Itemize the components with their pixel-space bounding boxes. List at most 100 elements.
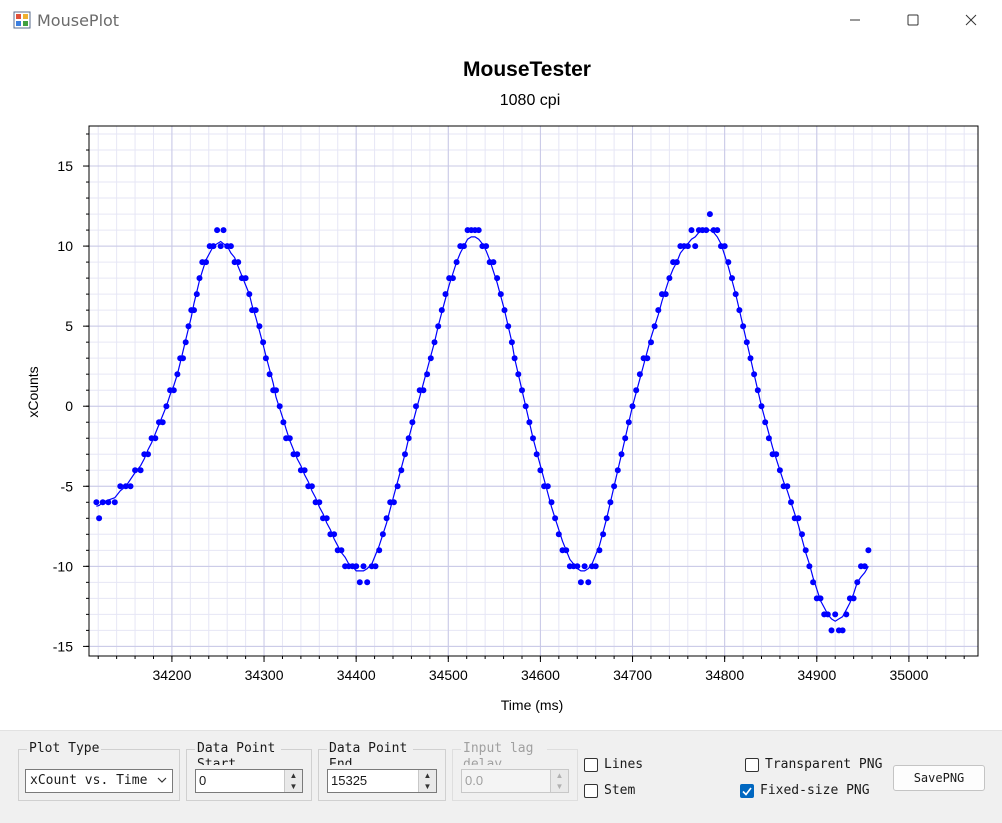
data-point (111, 499, 118, 506)
data-point (360, 563, 367, 570)
data-point (581, 563, 588, 570)
end-stepper[interactable]: 15325 ▲ ▼ (327, 769, 437, 793)
data-point (460, 243, 467, 250)
data-point (832, 611, 839, 618)
data-point (490, 259, 497, 266)
data-point (530, 435, 536, 442)
data-point (174, 371, 181, 378)
data-point (736, 307, 743, 314)
data-point (515, 371, 522, 378)
end-value: 15325 (331, 773, 368, 788)
lines-checkbox[interactable]: Lines (584, 757, 643, 772)
chart-subtitle: 1080 cpi (500, 92, 561, 109)
data-point (127, 483, 134, 490)
data-point (552, 515, 559, 522)
data-point (394, 483, 401, 490)
data-point (262, 355, 269, 362)
y-axis-label: xCounts (25, 366, 41, 417)
data-point (644, 355, 651, 362)
data-point (810, 579, 817, 586)
data-point (409, 419, 416, 426)
lag-value: 0.0 (465, 773, 484, 788)
data-point (93, 499, 100, 506)
axis-ticks: 34200 34300 34400 34500 34600 34700 34800 34900… (53, 133, 965, 683)
fixed-size-png-checkbox[interactable]: Fixed-size PNG (740, 783, 870, 798)
end-spin-buttons: ▲ ▼ (418, 770, 436, 792)
data-point (611, 483, 618, 490)
transparent-png-checkbox-box[interactable] (745, 757, 759, 772)
plot-frame (88, 125, 979, 657)
data-point (806, 563, 813, 570)
stem-checkbox-box[interactable] (584, 783, 598, 798)
chart: MouseTester 1080 cpi 34200 34300 34400 3450… (25, 58, 979, 713)
y-tick-label: 10 (57, 238, 73, 254)
lines-checkbox-box[interactable] (584, 757, 598, 772)
x-tick-label: 34400 (337, 667, 376, 683)
grid (89, 126, 978, 656)
data-point (170, 387, 177, 394)
data-point (438, 307, 445, 314)
data-point (614, 467, 621, 474)
data-point (242, 275, 249, 282)
end-label: Data Point End (327, 741, 413, 765)
data-point (574, 563, 581, 570)
start-group: Data Point Start 0 ▲ ▼ (186, 741, 312, 801)
data-point (799, 531, 805, 538)
transparent-png-checkbox[interactable]: Transparent PNG (745, 757, 882, 772)
start-spin-buttons: ▲ ▼ (284, 770, 302, 792)
minimize-button[interactable] (826, 0, 884, 40)
window-title: MousePlot (37, 11, 120, 30)
spin-up-icon: ▲ (555, 771, 564, 780)
x-tick-label: 34600 (521, 667, 560, 683)
data-point (596, 547, 603, 554)
stem-checkbox[interactable]: Stem (584, 783, 635, 798)
data-point (294, 451, 301, 458)
data-point (398, 467, 405, 474)
lines-label: Lines (604, 757, 644, 772)
data-point (655, 307, 662, 314)
data-point (117, 483, 124, 490)
data-point (280, 419, 287, 426)
data-point (732, 291, 739, 298)
x-tick-label: 34700 (613, 667, 652, 683)
spin-up-icon[interactable]: ▲ (419, 770, 436, 781)
start-stepper[interactable]: 0 ▲ ▼ (195, 769, 303, 793)
data-point (544, 483, 551, 490)
data-point (592, 563, 599, 570)
data-point (301, 467, 308, 474)
data-point (246, 291, 253, 298)
minimize-icon (850, 19, 860, 21)
data-point (673, 259, 680, 266)
data-point (96, 515, 103, 522)
spin-up-icon[interactable]: ▲ (285, 770, 302, 781)
data-point (152, 435, 159, 442)
data-point (533, 451, 540, 458)
spin-down-icon[interactable]: ▼ (419, 781, 436, 792)
spin-down-icon[interactable]: ▼ (285, 781, 302, 792)
x-axis-label: Time (ms) (501, 697, 563, 713)
data-point (636, 371, 643, 378)
transparent-png-label: Transparent PNG (765, 757, 883, 772)
data-point (105, 499, 112, 506)
data-point (758, 403, 765, 410)
data-point (217, 243, 224, 250)
data-point (729, 275, 735, 282)
stem-label: Stem (604, 783, 636, 798)
data-point (508, 339, 515, 346)
data-point (483, 243, 490, 250)
data-point (725, 259, 732, 266)
close-button[interactable] (942, 0, 1000, 40)
maximize-button[interactable] (884, 0, 942, 40)
fixed-size-png-checkbox-box[interactable] (740, 783, 754, 798)
data-point (276, 403, 283, 410)
data-point (607, 499, 614, 506)
data-point (784, 483, 791, 490)
data-point (196, 275, 203, 282)
data-point (420, 387, 427, 394)
plot-type-select[interactable]: xCount vs. Time (25, 769, 173, 793)
save-png-button[interactable]: SavePNG (893, 765, 985, 791)
y-tick-label: -5 (61, 478, 74, 494)
data-point (522, 403, 529, 410)
start-label: Data Point Start (195, 741, 281, 765)
data-point (861, 563, 868, 570)
